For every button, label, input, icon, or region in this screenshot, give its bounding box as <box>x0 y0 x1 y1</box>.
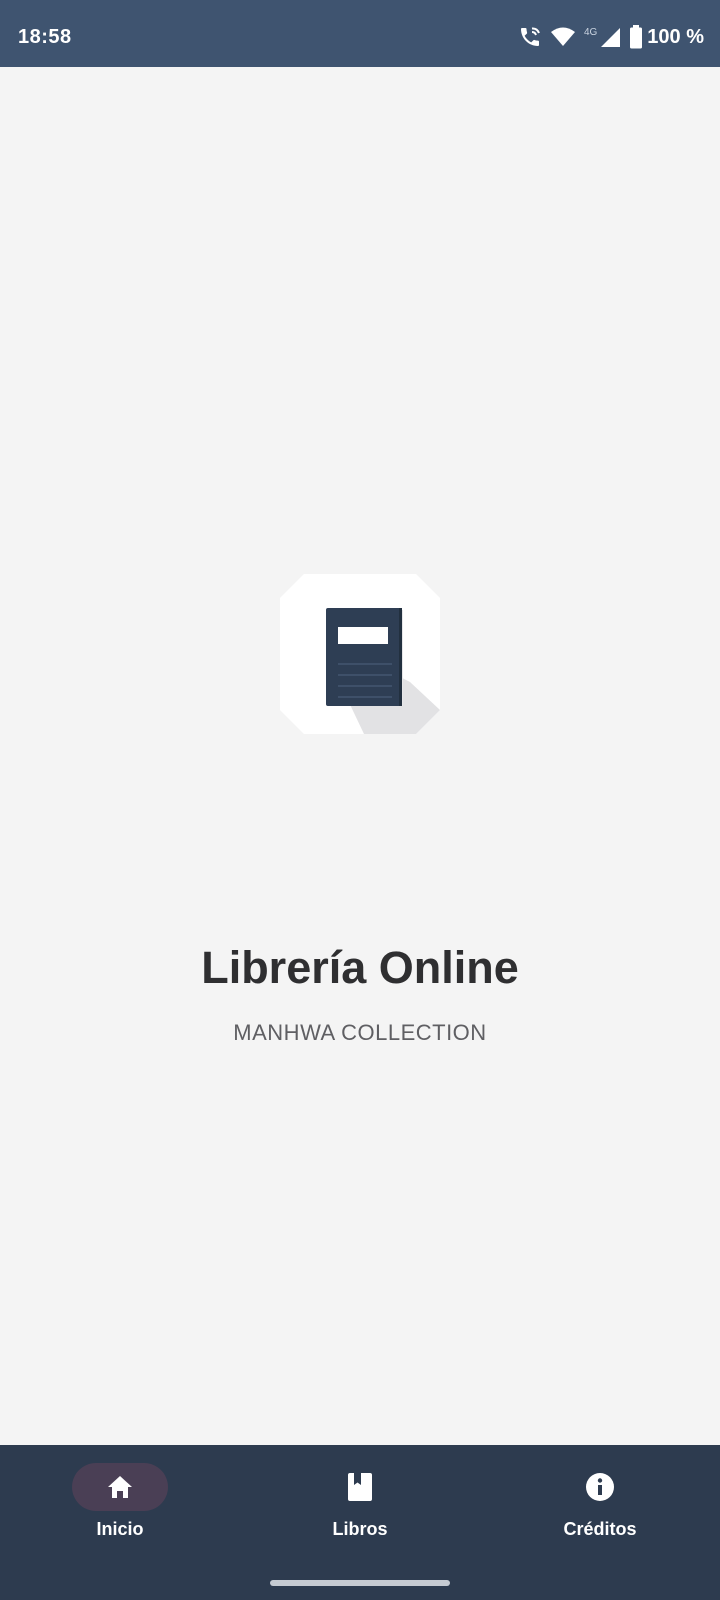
battery-percentage: 100 % <box>647 25 704 48</box>
battery-icon <box>629 25 643 49</box>
status-time: 18:58 <box>18 26 72 48</box>
nav-label-libros: Libros <box>332 1519 388 1539</box>
info-icon <box>586 1473 614 1501</box>
nav-icon-wrap <box>552 1463 648 1511</box>
nav-item-creditos[interactable]: Créditos <box>500 1463 700 1553</box>
nav-icon-wrap <box>312 1463 408 1511</box>
app-logo <box>280 574 440 734</box>
wifi-icon <box>550 26 576 48</box>
bottom-navigation: Inicio Libros Créditos <box>0 1445 720 1600</box>
book-bookmark-icon <box>348 1473 372 1501</box>
status-icons: 4G 100 % <box>518 24 704 50</box>
nav-item-inicio[interactable]: Inicio <box>20 1463 220 1553</box>
nav-item-libros[interactable]: Libros <box>260 1463 460 1553</box>
app-title: Librería Online <box>201 942 519 993</box>
wifi-calling-icon <box>518 25 542 49</box>
nav-label-creditos: Créditos <box>563 1519 637 1539</box>
nav-active-indicator <box>72 1463 168 1511</box>
status-bar: 18:58 4G 100 % <box>0 0 720 67</box>
app-subtitle: MANHWA COLLECTION <box>233 1020 487 1045</box>
network-type-label: 4G <box>583 26 598 38</box>
home-icon <box>108 1476 132 1498</box>
book-icon <box>280 574 440 734</box>
nav-label-inicio: Inicio <box>96 1519 144 1539</box>
gesture-handle[interactable] <box>270 1580 450 1586</box>
signal-icon <box>599 26 621 48</box>
home-screen: Librería Online MANHWA COLLECTION <box>0 67 720 1445</box>
